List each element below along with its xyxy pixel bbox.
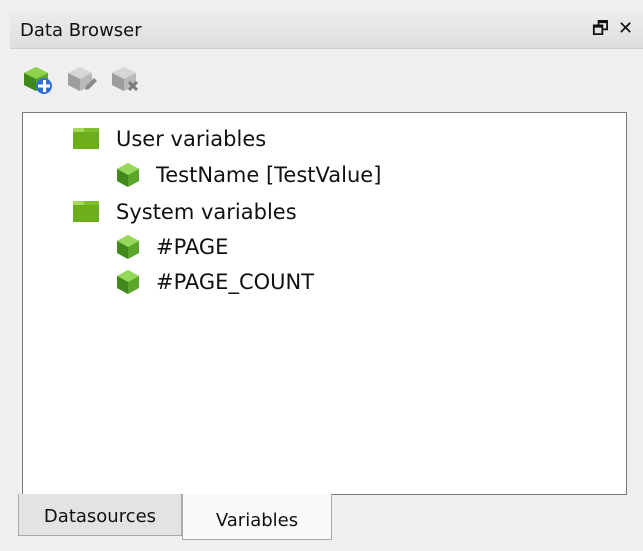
folder-icon <box>73 128 99 149</box>
add-variable-button[interactable] <box>22 64 54 96</box>
tree-item-page-count[interactable]: #PAGE_COUNT <box>23 265 623 297</box>
edit-variable-icon <box>68 67 97 91</box>
edit-variable-button[interactable] <box>66 64 98 96</box>
variable-cube-icon <box>117 270 139 294</box>
panel-title: Data Browser <box>20 20 142 41</box>
add-variable-icon <box>24 67 52 94</box>
tree-group-user-variables[interactable]: User variables <box>23 122 623 154</box>
tree-group-label: System variables <box>116 200 297 224</box>
variables-tree: User variables TestName [TestValue] Syst… <box>22 112 627 495</box>
restore-icon[interactable]: 🗗 <box>592 18 609 40</box>
tab-variables[interactable]: Variables <box>182 494 332 540</box>
tree-item-label: #PAGE_COUNT <box>156 270 315 294</box>
tree-group-system-variables[interactable]: System variables <box>23 195 623 227</box>
tree-group-label: User variables <box>116 127 267 151</box>
delete-variable-icon <box>112 67 139 92</box>
tree-item-testname[interactable]: TestName [TestValue] <box>23 158 623 190</box>
folder-icon <box>73 201 99 222</box>
variable-cube-icon <box>117 235 139 259</box>
tree-item-label: #PAGE <box>156 235 229 259</box>
tab-datasources[interactable]: Datasources <box>18 494 182 536</box>
tree-item-page[interactable]: #PAGE <box>23 230 623 262</box>
close-icon[interactable]: ✕ <box>618 18 633 40</box>
panel-titlebar: Data Browser 🗗 ✕ <box>10 12 643 49</box>
bottom-tabs: Datasources Variables <box>18 494 643 551</box>
variable-cube-icon <box>117 163 139 187</box>
tree-item-label: TestName [TestValue] <box>156 163 382 187</box>
data-browser-panel: Data Browser 🗗 ✕ User variables TestName… <box>0 0 643 551</box>
delete-variable-button[interactable] <box>110 64 142 96</box>
